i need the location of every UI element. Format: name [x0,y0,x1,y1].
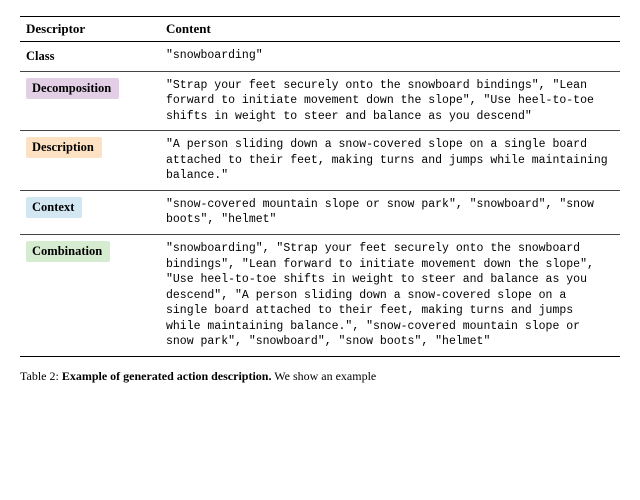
descriptor-class: Class [20,42,160,72]
header-descriptor: Descriptor [20,17,160,42]
table-row: Combination "snowboarding", "Strap your … [20,235,620,357]
table-row: Description "A person sliding down a sno… [20,131,620,191]
swatch-description: Description [26,137,102,158]
descriptor-context: Context [20,190,160,234]
table-row: Context "snow-covered mountain slope or … [20,190,620,234]
swatch-combination: Combination [26,241,110,262]
descriptor-decomposition: Decomposition [20,71,160,131]
table-row: Decomposition "Strap your feet securely … [20,71,620,131]
content-combination: "snowboarding", "Strap your feet securel… [160,235,620,357]
table-caption: Table 2: Example of generated action des… [20,369,620,384]
descriptor-description: Description [20,131,160,191]
descriptor-table: Descriptor Content Class "snowboarding" … [20,16,620,357]
descriptor-combination: Combination [20,235,160,357]
caption-tail: We show an example [271,369,376,383]
content-context: "snow-covered mountain slope or snow par… [160,190,620,234]
caption-label: Table 2: [20,369,59,383]
content-class: "snowboarding" [160,42,620,72]
content-decomposition: "Strap your feet securely onto the snowb… [160,71,620,131]
content-description: "A person sliding down a snow-covered sl… [160,131,620,191]
header-content: Content [160,17,620,42]
table-header-row: Descriptor Content [20,17,620,42]
table-row: Class "snowboarding" [20,42,620,72]
caption-title: Example of generated action description. [62,369,272,383]
swatch-context: Context [26,197,82,218]
swatch-decomposition: Decomposition [26,78,119,99]
